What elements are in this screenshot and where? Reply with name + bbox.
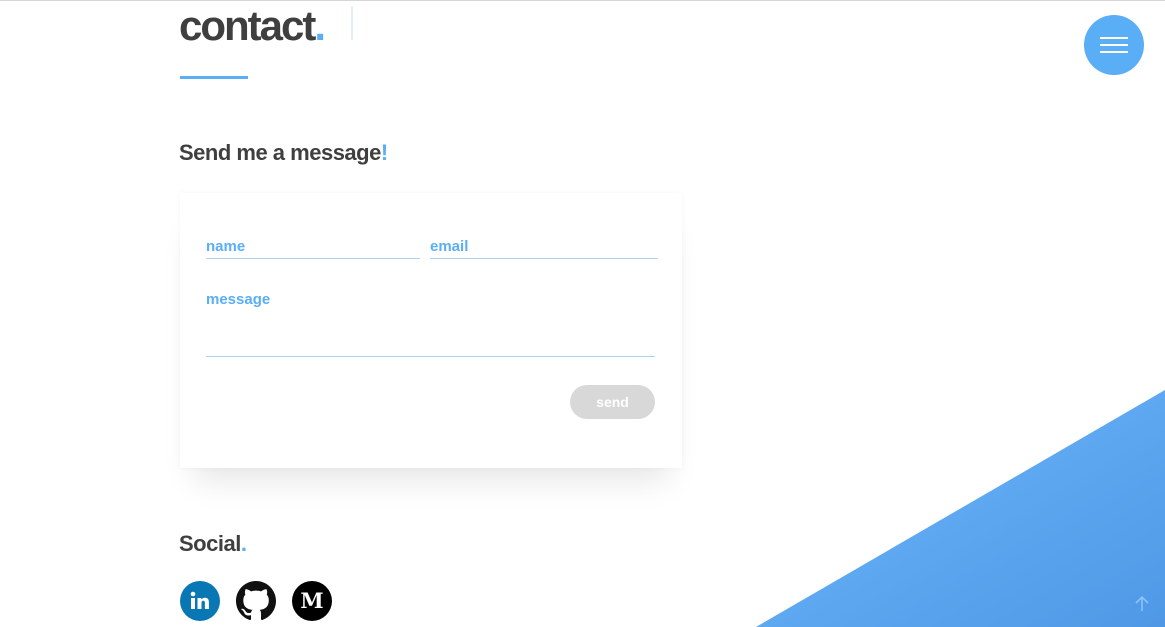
contact-form: send: [180, 193, 682, 468]
arrow-up-icon[interactable]: [1132, 594, 1152, 614]
email-field[interactable]: [430, 235, 658, 259]
linkedin-icon: [190, 591, 209, 609]
message-heading-text: Send me a message: [179, 140, 381, 165]
page-title-text: contact: [179, 2, 316, 49]
hamburger-menu-icon-bar: [1100, 44, 1128, 46]
top-border: [0, 0, 1165, 1]
social-heading-accent: .: [240, 531, 247, 556]
hamburger-menu-icon: [1100, 37, 1128, 39]
name-field[interactable]: [206, 235, 420, 259]
social-heading-text: Social: [179, 531, 241, 556]
page-title-dot: .: [314, 2, 326, 49]
message-heading-accent: !: [380, 140, 388, 165]
menu-button[interactable]: [1084, 15, 1144, 75]
social-links: M: [180, 581, 332, 621]
github-icon: [236, 581, 276, 621]
svg-text:M: M: [300, 589, 323, 613]
send-button[interactable]: send: [570, 385, 655, 419]
title-underline: [180, 76, 248, 79]
message-field[interactable]: [206, 291, 655, 357]
linkedin-link[interactable]: [180, 581, 220, 621]
github-link[interactable]: [236, 581, 276, 621]
page-title: contact.: [179, 2, 326, 49]
social-heading: Social.: [179, 531, 247, 557]
text-cursor: [351, 6, 353, 40]
medium-icon: M: [300, 589, 323, 613]
hamburger-menu-icon-bar: [1100, 51, 1128, 53]
message-heading: Send me a message!: [179, 140, 388, 166]
medium-link[interactable]: M: [292, 581, 332, 621]
